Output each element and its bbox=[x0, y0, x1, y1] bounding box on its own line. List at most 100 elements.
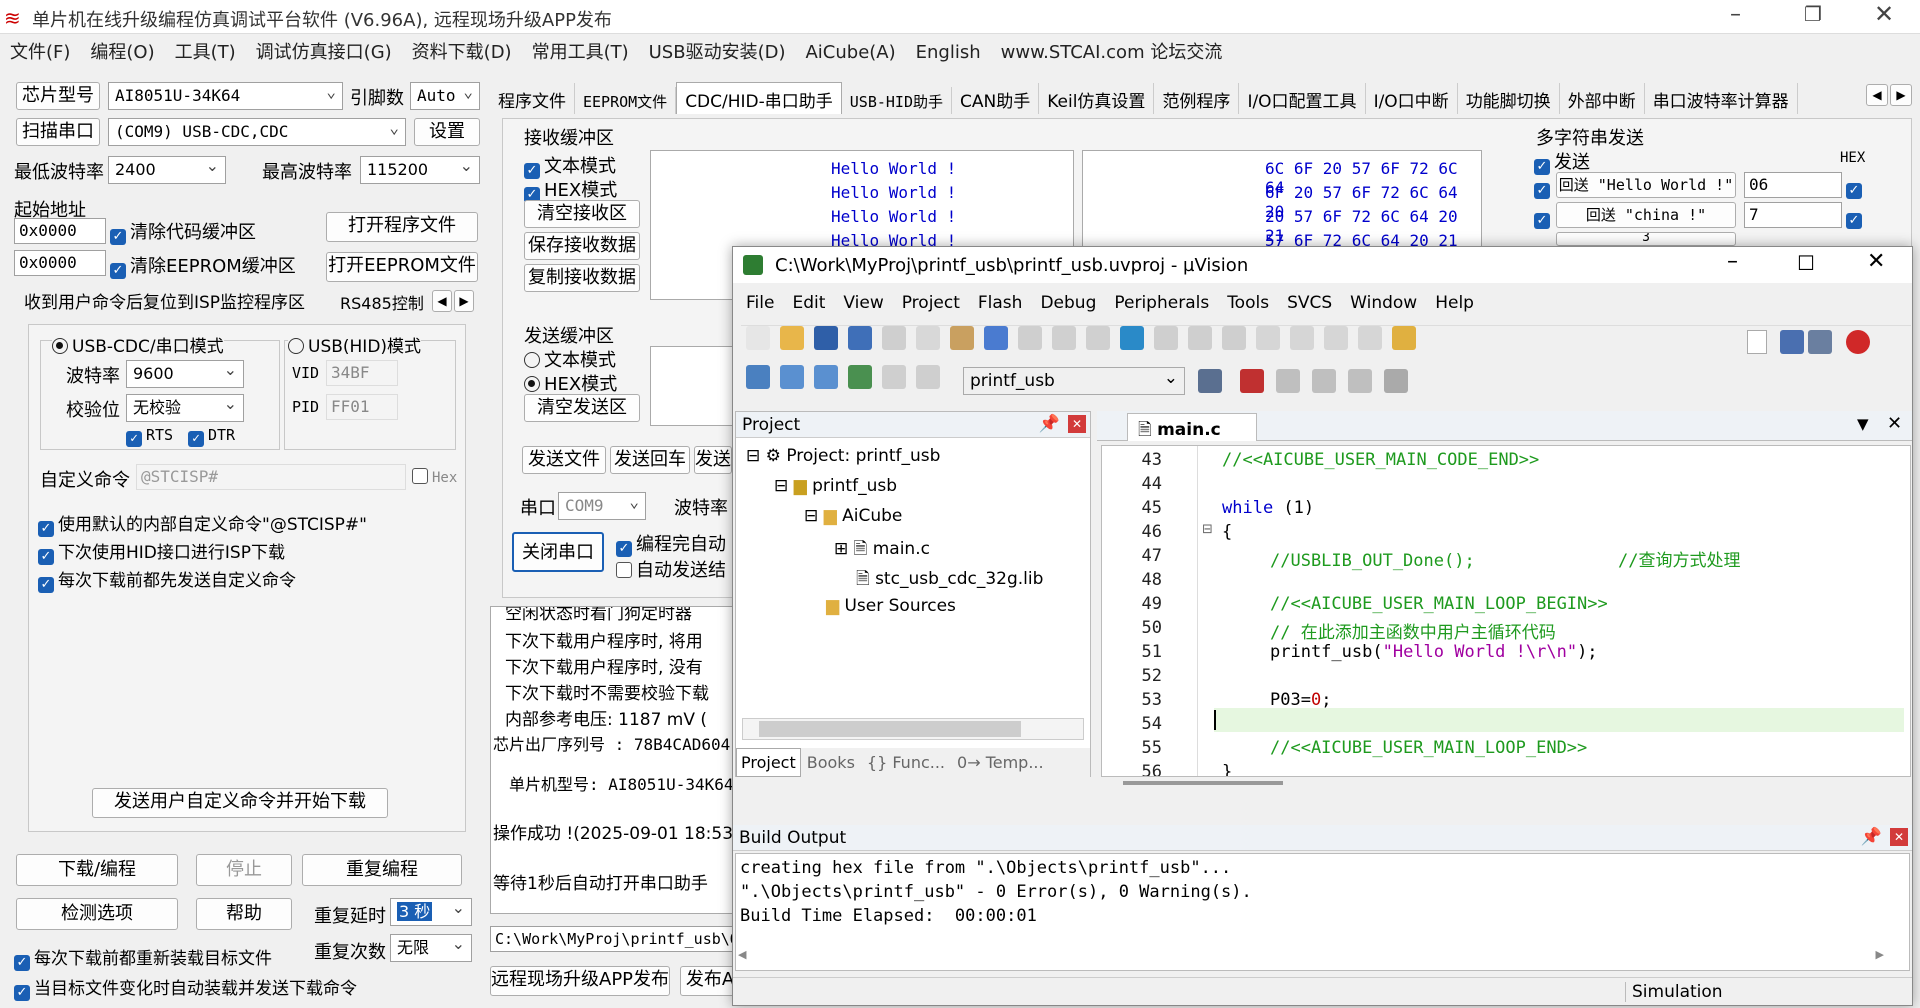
clear-code-checkbox[interactable]: ✓ 清除代码缓冲区 bbox=[110, 218, 256, 245]
min-baud-select[interactable]: 2400 bbox=[108, 156, 226, 184]
menu-program[interactable]: 编程(O) bbox=[80, 34, 164, 68]
pack-installer-icon[interactable] bbox=[1348, 369, 1372, 393]
ptab-project[interactable]: Project bbox=[736, 748, 801, 777]
eeprom-address-input[interactable]: 0x0000 bbox=[14, 250, 106, 276]
check-options-button[interactable]: 检测选项 bbox=[16, 898, 178, 930]
max-baud-select[interactable]: 115200 bbox=[360, 156, 480, 184]
repeat-program-button[interactable]: 重复编程 bbox=[302, 854, 462, 886]
pin-icon[interactable]: 📌 bbox=[1039, 414, 1060, 434]
multi-row2-input[interactable]: 7 bbox=[1744, 202, 1842, 228]
code-address-input[interactable]: 0x0000 bbox=[14, 218, 106, 244]
menu-forum[interactable]: www.STCAI.com 论坛交流 bbox=[991, 34, 1233, 68]
bookmark-prev-icon[interactable] bbox=[1154, 326, 1178, 350]
rte-icon[interactable] bbox=[1384, 369, 1408, 393]
settings-button[interactable]: 设置 bbox=[414, 118, 480, 146]
uv-menu-svcs[interactable]: SVCS bbox=[1278, 289, 1341, 317]
uv-menu-view[interactable]: View bbox=[834, 289, 892, 317]
tab-scroll-right[interactable]: ▶ bbox=[454, 290, 474, 312]
scan-port-button[interactable]: 扫描串口 bbox=[16, 118, 100, 146]
menu-file[interactable]: 文件(F) bbox=[0, 34, 80, 68]
remote-publish-button[interactable]: 远程现场升级APP发布 bbox=[490, 966, 670, 996]
menu-common-tools[interactable]: 常用工具(T) bbox=[522, 34, 639, 68]
baud-select[interactable]: 9600 bbox=[126, 360, 244, 388]
ptab-functions[interactable]: {} Func... bbox=[861, 749, 951, 776]
hex-mode-checkbox[interactable]: ✓ HEX模式 bbox=[524, 176, 617, 203]
mode-hid-radio[interactable]: USB(HID)模式 bbox=[288, 332, 422, 357]
tab-list-icon[interactable]: ▼ bbox=[1857, 415, 1869, 433]
tab-program-file[interactable]: 程序文件 bbox=[490, 83, 575, 114]
target-options-icon[interactable] bbox=[1198, 369, 1222, 393]
uv-menu-peripherals[interactable]: Peripherals bbox=[1105, 289, 1218, 317]
multi-row2-hex[interactable]: ✓ bbox=[1846, 206, 1866, 229]
bookmark-next-icon[interactable] bbox=[1188, 326, 1212, 350]
uncomment-icon[interactable] bbox=[1358, 326, 1382, 350]
send-text-area[interactable] bbox=[650, 346, 740, 426]
reload-checkbox[interactable]: ✓ 每次下载前都重新装载目标文件 bbox=[14, 944, 272, 971]
select-packs-icon[interactable] bbox=[1312, 369, 1336, 393]
tree-group-user[interactable]: ▆ User Sources bbox=[826, 596, 956, 616]
tab-can[interactable]: CAN助手 bbox=[952, 83, 1040, 114]
send-custom-download-button[interactable]: 发送用户自定义命令并开始下载 bbox=[92, 788, 388, 818]
find-in-files-icon[interactable] bbox=[1392, 326, 1416, 350]
hex-checkbox[interactable]: Hex bbox=[412, 468, 457, 486]
auto-download-checkbox[interactable]: ✓ 当目标文件变化时自动装载并发送下载命令 bbox=[14, 974, 357, 1001]
bookmark-icon[interactable] bbox=[1120, 326, 1144, 350]
save-recv-button[interactable]: 保存接收数据 bbox=[524, 232, 640, 260]
tab-examples[interactable]: 范例程序 bbox=[1154, 83, 1240, 114]
auto-open-checkbox[interactable]: ✓ 编程完自动 bbox=[616, 530, 726, 557]
uv-menu-flash[interactable]: Flash bbox=[969, 289, 1032, 317]
panel-close-icon[interactable]: ✕ bbox=[1890, 828, 1908, 846]
close-port-button[interactable]: 关闭串口 bbox=[512, 532, 604, 572]
undo-icon[interactable] bbox=[984, 326, 1008, 350]
send-button[interactable]: 发送 bbox=[694, 446, 732, 474]
uv-menu-debug[interactable]: Debug bbox=[1031, 289, 1105, 317]
repeat-delay-select[interactable]: 3 秒 bbox=[390, 898, 472, 926]
tab-scroll-left[interactable]: ◀ bbox=[432, 290, 452, 312]
download-button[interactable]: 下载/编程 bbox=[16, 854, 178, 886]
redo-icon[interactable] bbox=[1018, 326, 1042, 350]
copy-icon[interactable] bbox=[916, 326, 940, 350]
uv-menu-help[interactable]: Help bbox=[1426, 289, 1483, 317]
build-output-text[interactable]: creating hex file from ".\Objects\printf… bbox=[735, 853, 1910, 971]
opt-send-before[interactable]: ✓ 每次下载前都先发送自定义命令 bbox=[38, 566, 296, 593]
multi-row1-hex[interactable]: ✓ bbox=[1846, 176, 1866, 199]
help-button[interactable]: 帮助 bbox=[196, 898, 292, 930]
tree-root[interactable]: ⊟ ⚙ Project: printf_usb bbox=[746, 446, 940, 466]
minimize-icon[interactable]: – bbox=[1730, 2, 1741, 27]
incremental-find-icon[interactable] bbox=[1808, 330, 1832, 354]
collapse-icon[interactable]: ⊟ bbox=[746, 446, 760, 466]
multi-send-checkbox[interactable]: ✓ 发送 bbox=[1534, 148, 1590, 175]
tabs-scroll-left[interactable]: ◀ bbox=[1866, 84, 1888, 106]
pin-icon[interactable]: 📌 bbox=[1861, 827, 1882, 847]
clear-recv-button[interactable]: 清空接收区 bbox=[524, 200, 640, 228]
comment-icon[interactable] bbox=[1324, 326, 1348, 350]
pid-input[interactable]: FF01 bbox=[326, 394, 398, 420]
multi-row3-button[interactable]: 3 bbox=[1556, 232, 1736, 246]
uv-close-icon[interactable]: ✕ bbox=[1867, 249, 1885, 274]
project-hscroll[interactable] bbox=[742, 718, 1084, 740]
pin-count-select[interactable]: Auto bbox=[410, 82, 480, 110]
code-editor[interactable]: 43 //<<AICUBE_USER_MAIN_CODE_END>> 44 45 whi… bbox=[1101, 445, 1911, 777]
bookmark-clear-icon[interactable] bbox=[1222, 326, 1246, 350]
tree-target[interactable]: ⊟ ▆ printf_usb bbox=[774, 476, 897, 496]
paste-icon[interactable] bbox=[950, 326, 974, 350]
send-hex-radio[interactable]: HEX模式 bbox=[524, 370, 617, 396]
save-icon[interactable] bbox=[814, 326, 838, 350]
save-all-icon[interactable] bbox=[848, 326, 872, 350]
stop-button[interactable]: 停止 bbox=[196, 854, 292, 886]
uv-menu-project[interactable]: Project bbox=[893, 289, 969, 317]
menu-english[interactable]: English bbox=[906, 38, 991, 67]
log-area[interactable]: 空闲状态时看门狗定时器 下次下载用户程序时, 将用 下次下载用户程序时, 没有 … bbox=[490, 606, 740, 914]
uv-menu-edit[interactable]: Edit bbox=[783, 289, 834, 317]
menu-tools[interactable]: 工具(T) bbox=[165, 34, 246, 68]
dtr-checkbox[interactable]: ✓ DTR bbox=[188, 426, 235, 447]
new-file-icon[interactable] bbox=[746, 326, 770, 350]
editor-tab-main[interactable]: 🗎 main.c bbox=[1127, 413, 1257, 441]
menu-download[interactable]: 资料下载(D) bbox=[402, 34, 522, 68]
serial-port-select[interactable]: COM9 bbox=[558, 492, 646, 520]
uv-maximize-icon[interactable]: ☐ bbox=[1797, 251, 1815, 275]
target-select[interactable]: printf_usb ⌄ bbox=[963, 367, 1185, 395]
expand-icon[interactable]: ⊞ bbox=[834, 539, 848, 559]
chip-model-select[interactable]: AI8051U-34K64 bbox=[108, 82, 343, 110]
multi-row1-button[interactable]: 回送 "Hello World !" bbox=[1556, 172, 1736, 198]
